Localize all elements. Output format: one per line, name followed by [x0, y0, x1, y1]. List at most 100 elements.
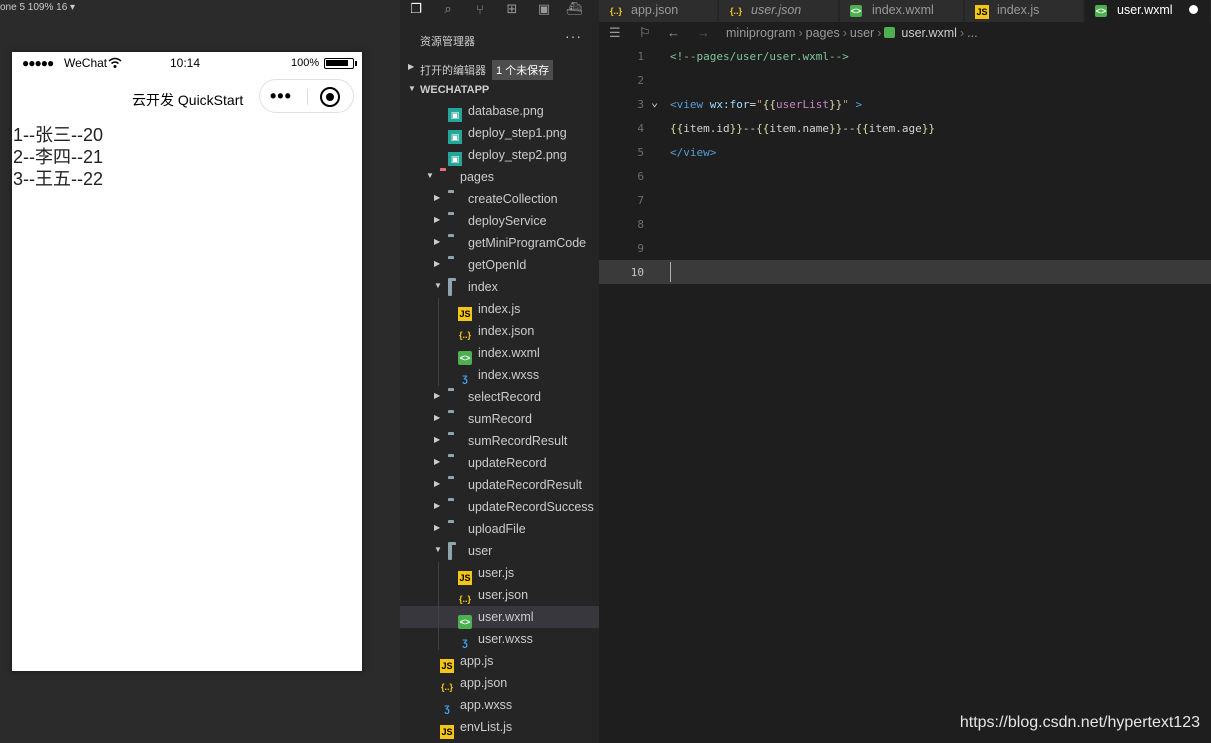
- tree-folder-pages[interactable]: ▼ pages: [400, 166, 599, 188]
- tree-file[interactable]: ▣ database.png: [400, 100, 599, 122]
- explorer-more-button[interactable]: ···: [565, 28, 582, 44]
- tree-item-label: sumRecord: [468, 412, 532, 426]
- chevron-right-icon[interactable]: ▶: [434, 523, 444, 532]
- chevron-right-icon: ›: [798, 26, 803, 40]
- chevron-right-icon[interactable]: ▶: [434, 193, 444, 202]
- breadcrumb-item[interactable]: user.wxml: [901, 26, 957, 40]
- chevron-right-icon[interactable]: ▶: [434, 215, 444, 224]
- tree-file[interactable]: {..} user.json: [400, 584, 599, 606]
- chevron-right-icon[interactable]: ▶: [434, 435, 444, 444]
- tree-folder-createCollection[interactable]: ▶ createCollection: [400, 188, 599, 210]
- tree-file[interactable]: ▣ deploy_step1.png: [400, 122, 599, 144]
- code-line[interactable]: 5 </view>: [599, 140, 1211, 164]
- outline-icon[interactable]: ☰: [609, 25, 621, 41]
- tree-folder-updateRecordResult[interactable]: ▶ updateRecordResult: [400, 474, 599, 496]
- chevron-right-icon[interactable]: ▶: [434, 237, 444, 246]
- explorer-icon[interactable]: ❐: [408, 1, 424, 17]
- tree-item-label: user.wxml: [478, 610, 534, 624]
- chevron-down-icon[interactable]: ▼: [434, 545, 444, 554]
- device-selector[interactable]: one 5 109% 16 ▾: [0, 2, 75, 13]
- chevron-down-icon: ▼: [408, 84, 416, 93]
- tree-folder-sumRecord[interactable]: ▶ sumRecord: [400, 408, 599, 430]
- breadcrumb: miniprogram › pages › user › user.wxml ›...: [726, 26, 978, 40]
- tree-item-label: database.png: [468, 104, 544, 118]
- indent-guide: [438, 628, 439, 650]
- unsaved-dot-icon[interactable]: [1189, 5, 1198, 14]
- wifi-icon: [108, 57, 122, 68]
- extensions-icon[interactable]: ⊞: [504, 1, 520, 17]
- tree-file[interactable]: Ʒapp.wxss: [400, 694, 599, 716]
- chevron-down-icon[interactable]: ▼: [426, 171, 436, 180]
- tree-file[interactable]: <> user.wxml: [400, 606, 599, 629]
- tree-file[interactable]: Ʒindex.wxss: [400, 364, 599, 386]
- project-section-header[interactable]: ▼ WECHATAPP: [400, 80, 599, 100]
- tree-folder-sumRecordResult[interactable]: ▶ sumRecordResult: [400, 430, 599, 452]
- more-menu-button[interactable]: •••: [270, 86, 296, 106]
- chevron-right-icon[interactable]: ▶: [434, 501, 444, 510]
- tree-file[interactable]: JS index.js: [400, 298, 599, 321]
- code-text: <!--pages/user/user.wxml-->: [670, 50, 849, 63]
- code-line[interactable]: 4 {{item.id}}--{{item.name}}--{{item.age}…: [599, 116, 1211, 140]
- docker-icon[interactable]: ⛴: [566, 1, 583, 17]
- tree-folder-updateRecord[interactable]: ▶ updateRecord: [400, 452, 599, 474]
- tab-label: index.js: [997, 3, 1040, 17]
- chevron-right-icon[interactable]: ▶: [434, 479, 444, 488]
- code-line[interactable]: 9: [599, 236, 1211, 260]
- source-control-icon[interactable]: ⑂: [472, 1, 488, 17]
- code-line[interactable]: 8: [599, 212, 1211, 236]
- editor-tab[interactable]: {..} user.json: [719, 0, 839, 22]
- chevron-right-icon[interactable]: ▶: [434, 457, 444, 466]
- chevron-down-icon[interactable]: ▼: [434, 281, 444, 290]
- tree-file[interactable]: JS app.js: [400, 650, 599, 673]
- tree-file[interactable]: Ʒuser.wxss: [400, 628, 599, 650]
- bookmark-icon[interactable]: ⚐: [639, 25, 651, 41]
- code-line[interactable]: 3 ⌄ <view wx:for="{{userList}}" >: [599, 92, 1211, 116]
- breadcrumb-item[interactable]: user: [850, 26, 874, 40]
- tree-folder-deployService[interactable]: ▶ deployService: [400, 210, 599, 232]
- tree-file[interactable]: {..} app.json: [400, 672, 599, 694]
- tree-file[interactable]: JS envList.js: [400, 716, 599, 739]
- tree-folder-uploadFile[interactable]: ▶ uploadFile: [400, 518, 599, 540]
- code-line[interactable]: 6: [599, 164, 1211, 188]
- forward-arrow-icon[interactable]: →: [697, 25, 710, 40]
- tree-folder-getOpenId[interactable]: ▶ getOpenId: [400, 254, 599, 276]
- code-line[interactable]: 10: [599, 260, 1211, 284]
- tree-item-label: index.wxml: [478, 346, 540, 360]
- code-line[interactable]: 1 <!--pages/user/user.wxml-->: [599, 44, 1211, 68]
- code-line[interactable]: 2: [599, 68, 1211, 92]
- tree-file[interactable]: {..} index.json: [400, 320, 599, 342]
- breadcrumb-item[interactable]: miniprogram: [726, 26, 795, 40]
- editor-tab[interactable]: <> user.wxml: [1085, 0, 1211, 22]
- search-icon[interactable]: ⌕: [440, 1, 456, 17]
- breadcrumb-bar: ☰ ⚐ ← → miniprogram › pages › user › user.wxml…: [599, 22, 1211, 44]
- back-arrow-icon[interactable]: ←: [667, 25, 680, 40]
- unsaved-badge: 1 个未保存: [492, 60, 554, 80]
- tree-folder-getMiniProgramCode[interactable]: ▶ getMiniProgramCode: [400, 232, 599, 254]
- tree-folder-index[interactable]: ▼ index: [400, 276, 599, 298]
- user-list-item: 3--王五--22: [13, 169, 104, 189]
- breadcrumb-item[interactable]: ...: [967, 26, 977, 40]
- tree-file[interactable]: JS user.js: [400, 562, 599, 585]
- tree-folder-selectRecord[interactable]: ▶ selectRecord: [400, 386, 599, 408]
- editor-tab[interactable]: <> index.wxml: [840, 0, 964, 22]
- breadcrumb-item[interactable]: pages: [806, 26, 840, 40]
- close-mini-program-button[interactable]: [320, 87, 340, 107]
- editor-tab[interactable]: {..} app.json: [599, 0, 718, 22]
- mini-program-capsule: •••: [259, 79, 354, 113]
- tree-folder-user[interactable]: ▼ user: [400, 540, 599, 562]
- chevron-right-icon[interactable]: ▶: [434, 259, 444, 268]
- chevron-right-icon[interactable]: ▶: [434, 391, 444, 400]
- carrier-label: WeChat: [64, 56, 108, 70]
- code-area[interactable]: 1 <!--pages/user/user.wxml--> 2 3 ⌄ <view wx:…: [599, 44, 1211, 284]
- open-editors-section[interactable]: ▶ 打开的编辑器 1 个未保存: [400, 58, 599, 80]
- editor-tab-bar: {..} app.json {..} user.json <> index.wxml JS i…: [599, 0, 1211, 22]
- tree-folder-updateRecordSuccess[interactable]: ▶ updateRecordSuccess: [400, 496, 599, 518]
- fold-chevron-icon[interactable]: ⌄: [651, 95, 658, 109]
- chevron-right-icon[interactable]: ▶: [434, 413, 444, 422]
- tree-file[interactable]: ▣ deploy_step2.png: [400, 144, 599, 166]
- tree-file[interactable]: <> index.wxml: [400, 342, 599, 365]
- code-line[interactable]: 7: [599, 188, 1211, 212]
- debug-icon[interactable]: ▣: [536, 1, 552, 17]
- activity-bar: ❐ ⌕ ⑂ ⊞ ▣ ⛴: [400, 0, 599, 18]
- editor-tab[interactable]: JS index.js: [965, 0, 1084, 22]
